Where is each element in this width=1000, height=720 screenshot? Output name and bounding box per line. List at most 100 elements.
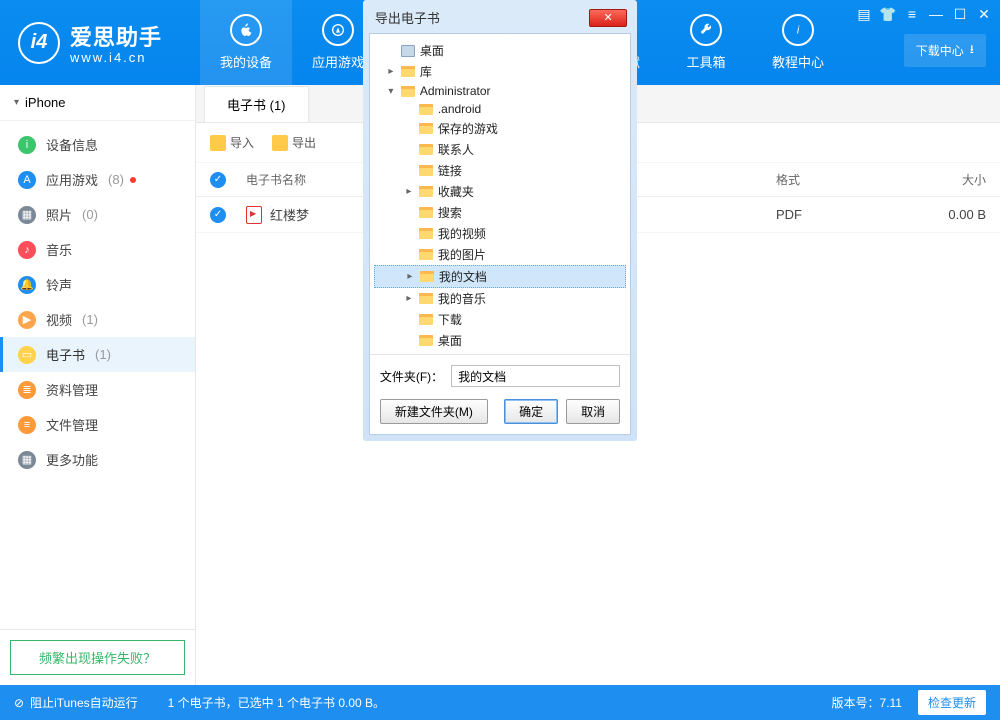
more-icon: ▦: [18, 451, 36, 469]
app-icon: [322, 14, 354, 46]
book-name: 红楼梦: [270, 205, 309, 224]
window-controls: ▤ 👕 ≡ — ☐ ✕: [856, 6, 992, 22]
sidebar-item-music[interactable]: ♪音乐: [0, 232, 195, 267]
device-select[interactable]: iPhone: [0, 85, 195, 121]
maximize-icon[interactable]: ☐: [952, 6, 968, 22]
download-icon: ⭳: [970, 40, 974, 61]
sidebar-item-label: 设备信息: [46, 135, 98, 154]
menu-icon[interactable]: ≡: [904, 6, 920, 22]
bell-icon: 🔔: [18, 276, 36, 294]
check-icon: ⊘: [14, 696, 24, 710]
book-format: PDF: [776, 207, 906, 222]
sidebar-item-info[interactable]: i 设备信息: [0, 127, 195, 162]
sidebar: iPhone i 设备信息 A 应用游戏 (8) ▦ 照片 (0) ♪音乐 🔔 铃声 ▶ 视频 (1…: [0, 85, 196, 685]
tab-bar: 电子书 (1): [196, 85, 1000, 123]
nav-bell[interactable]: 酷炫铃声: [384, 0, 476, 85]
col-format: 格式: [776, 171, 906, 188]
app-subtitle: www.i4.cn: [70, 50, 162, 65]
sidebar-item-label: 应用游戏: [46, 170, 98, 189]
nav-apple[interactable]: 我的设备: [200, 0, 292, 85]
sidebar-item-label: 视频: [46, 310, 72, 329]
sidebar-item-label: 照片: [46, 205, 72, 224]
import-button[interactable]: 导入: [210, 134, 254, 151]
count-label: (0): [82, 207, 98, 222]
sidebar-item-label: 铃声: [46, 275, 72, 294]
toolbar: 导入 导出: [196, 123, 1000, 163]
status-summary: 1 个电子书，已选中 1 个电子书 0.00 B。: [168, 694, 832, 711]
nav-label: 教程中心: [772, 52, 824, 71]
notification-dot: [130, 177, 136, 183]
nav-label: 应用游戏: [312, 52, 364, 71]
nav-wall[interactable]: 高清壁纸: [476, 0, 568, 85]
tab-ebook[interactable]: 电子书 (1): [204, 86, 309, 122]
pdf-icon: [246, 206, 262, 224]
table-header: ✓ 电子书名称 格式 大小: [196, 163, 1000, 197]
import-icon: [210, 135, 226, 151]
sidebar-item-app[interactable]: A 应用游戏 (8): [0, 162, 195, 197]
count-label: (1): [95, 347, 111, 362]
export-button[interactable]: 导出: [272, 134, 316, 151]
table-row[interactable]: ✓ 红楼梦 PDF0.00 B: [196, 197, 1000, 233]
itunes-label: 阻止iTunes自动运行: [30, 694, 138, 711]
book-size: 0.00 B: [906, 207, 986, 222]
sidebar-item-data[interactable]: ≣资料管理: [0, 372, 195, 407]
sidebar-item-label: 资料管理: [46, 380, 98, 399]
video-icon: ▶: [18, 311, 36, 329]
col-name: 电子书名称: [246, 171, 776, 188]
svg-text:i: i: [797, 24, 800, 36]
help-button[interactable]: 频繁出现操作失败？: [10, 640, 185, 675]
header: i4 爱思助手 www.i4.cn 我的设备应用游戏酷炫铃声高清壁纸刷机越狱工具…: [0, 0, 1000, 85]
export-icon: [272, 135, 288, 151]
sidebar-item-label: 更多功能: [46, 450, 98, 469]
nav-label: 工具箱: [687, 52, 726, 71]
box-icon: [598, 14, 630, 46]
sidebar-item-book[interactable]: ▭电子书 (1): [0, 337, 195, 372]
import-label: 导入: [230, 134, 254, 151]
sidebar-item-bell[interactable]: 🔔 铃声: [0, 267, 195, 302]
version-label: 版本号：7.11: [832, 694, 902, 711]
nav-tool[interactable]: 工具箱: [660, 0, 752, 85]
top-nav: 我的设备 应用游戏 酷炫铃声 高清壁纸 刷机越狱 工具箱 i 教程中心: [200, 0, 844, 85]
nav-app[interactable]: 应用游戏: [292, 0, 384, 85]
sidebar-item-video[interactable]: ▶ 视频 (1): [0, 302, 195, 337]
info-icon: i: [782, 14, 814, 46]
itunes-toggle[interactable]: ⊘ 阻止iTunes自动运行: [14, 694, 138, 711]
sidebar-item-more[interactable]: ▦ 更多功能: [0, 442, 195, 477]
count-label: (1): [82, 312, 98, 327]
info-icon: i: [18, 136, 36, 154]
sidebar-item-file[interactable]: ≡ 文件管理: [0, 407, 195, 442]
minimize-icon[interactable]: —: [928, 6, 944, 22]
download-center-label: 下载中心: [916, 42, 964, 59]
nav-box[interactable]: 刷机越狱: [568, 0, 660, 85]
main: 电子书 (1) 导入 导出 ✓ 电子书名称 格式 大小 ✓ 红楼梦 PDF0.00 …: [196, 85, 1000, 685]
music-icon: ♪: [18, 241, 36, 259]
sidebar-item-label: 文件管理: [46, 415, 98, 434]
file-icon: ≡: [18, 416, 36, 434]
nav-label: 酷炫铃声: [404, 52, 456, 71]
apple-icon: [230, 14, 262, 46]
nav-label: 高清壁纸: [496, 52, 548, 71]
export-label: 导出: [292, 134, 316, 151]
nav-info[interactable]: i 教程中心: [752, 0, 844, 85]
feedback-icon[interactable]: ▤: [856, 6, 872, 22]
count-label: (8): [108, 172, 124, 187]
device-label: iPhone: [25, 95, 65, 110]
col-size: 大小: [906, 171, 986, 188]
status-bar: ⊘ 阻止iTunes自动运行 1 个电子书，已选中 1 个电子书 0.00 B。…: [0, 685, 1000, 720]
close-icon[interactable]: ✕: [976, 6, 992, 22]
tool-icon: [690, 14, 722, 46]
download-center-button[interactable]: 下载中心 ⭳: [904, 34, 986, 67]
photo-icon: ▦: [18, 206, 36, 224]
check-update-button[interactable]: 检查更新: [918, 690, 986, 715]
nav-label: 我的设备: [220, 52, 272, 71]
app-icon: A: [18, 171, 36, 189]
nav-label: 刷机越狱: [588, 52, 640, 71]
logo-badge-icon: i4: [18, 22, 60, 64]
wall-icon: [506, 14, 538, 46]
row-checkbox[interactable]: ✓: [210, 207, 226, 223]
bell-icon: [414, 14, 446, 46]
skin-icon[interactable]: 👕: [880, 6, 896, 22]
sidebar-item-photo[interactable]: ▦ 照片 (0): [0, 197, 195, 232]
sidebar-item-label: 电子书: [46, 345, 85, 364]
select-all-checkbox[interactable]: ✓: [210, 172, 226, 188]
